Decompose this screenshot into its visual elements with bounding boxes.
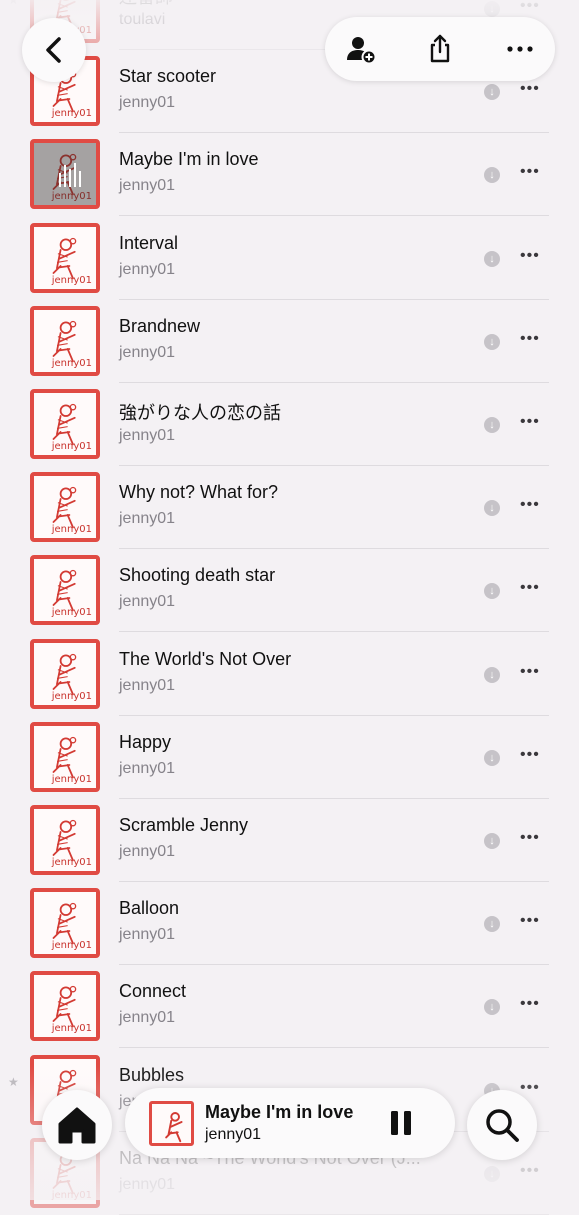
download-icon[interactable]: ↓ — [484, 999, 500, 1015]
playing-indicator-icon — [59, 163, 81, 187]
track-more-icon[interactable]: ••• — [520, 413, 540, 431]
track-title: Maybe I'm in love — [119, 149, 259, 170]
track-artwork: jenny01 — [30, 722, 100, 792]
track-artwork: jenny01 — [30, 389, 100, 459]
track-row[interactable]: jenny01 Scramble Jenny jenny01 ↓ ••• — [0, 799, 579, 882]
artwork-label: jenny01 — [52, 940, 92, 951]
search-icon — [467, 1090, 537, 1160]
now-playing-bar[interactable]: Maybe I'm in love jenny01 — [125, 1088, 455, 1158]
track-artwork: jenny01 — [30, 805, 100, 875]
artwork-figure — [152, 1104, 194, 1146]
track-title: Why not? What for? — [119, 482, 278, 503]
now-playing-title: Maybe I'm in love — [205, 1102, 353, 1123]
home-button[interactable] — [42, 1090, 112, 1160]
track-more-icon[interactable]: ••• — [520, 163, 540, 181]
now-playing-artist: jenny01 — [205, 1126, 261, 1144]
track-artist: jenny01 — [119, 1009, 175, 1027]
track-title: Shooting death star — [119, 565, 275, 586]
now-playing-artwork — [149, 1101, 194, 1146]
download-icon[interactable]: ↓ — [484, 750, 500, 766]
track-row[interactable]: jenny01 Balloon jenny01 ↓ ••• — [0, 882, 579, 965]
track-row[interactable]: jenny01 Maybe I'm in love jenny01 ↓ ••• — [0, 133, 579, 216]
track-artist: jenny01 — [119, 510, 175, 528]
track-more-icon[interactable]: ••• — [520, 80, 540, 98]
track-title: Connect — [119, 981, 186, 1002]
track-row[interactable]: jenny01 Interval jenny01 ↓ ••• — [0, 217, 579, 300]
artwork-label: jenny01 — [52, 108, 92, 119]
artwork-label: jenny01 — [52, 607, 92, 618]
track-artwork: jenny01 — [30, 888, 100, 958]
track-artist: jenny01 — [119, 593, 175, 611]
download-icon[interactable]: ↓ — [484, 583, 500, 599]
track-more-icon[interactable]: ••• — [520, 746, 540, 764]
track-title: Happy — [119, 732, 171, 753]
track-artwork: jenny01 — [30, 223, 100, 293]
download-icon[interactable]: ↓ — [484, 251, 500, 267]
track-artist: jenny01 — [119, 261, 175, 279]
artwork-label: jenny01 — [52, 774, 92, 785]
artwork-label: jenny01 — [52, 857, 92, 868]
download-icon[interactable]: ↓ — [484, 500, 500, 516]
track-artwork: jenny01 — [30, 472, 100, 542]
artwork-label: jenny01 — [52, 441, 92, 452]
track-artwork: jenny01 — [30, 971, 100, 1041]
track-more-icon[interactable]: ••• — [520, 496, 540, 514]
more-icon[interactable] — [504, 33, 536, 65]
artwork-label: jenny01 — [52, 358, 92, 369]
action-pill — [325, 17, 555, 81]
track-artist: jenny01 — [119, 177, 175, 195]
track-more-icon[interactable]: ••• — [520, 995, 540, 1013]
track-title: 強がりな人の恋の話 — [119, 399, 281, 425]
download-icon[interactable]: ↓ — [484, 84, 500, 100]
track-artwork: jenny01 — [30, 139, 100, 209]
artwork-label: jenny01 — [52, 691, 92, 702]
artwork-label: jenny01 — [52, 275, 92, 286]
track-row[interactable]: jenny01 Shooting death star jenny01 ↓ ••• — [0, 549, 579, 632]
track-more-icon[interactable]: ••• — [520, 912, 540, 930]
download-icon[interactable]: ↓ — [484, 167, 500, 183]
track-artist: jenny01 — [119, 427, 175, 445]
track-title: Balloon — [119, 898, 179, 919]
artwork-label: jenny01 — [52, 524, 92, 535]
track-title: The World's Not Over — [119, 649, 291, 670]
artwork-label: jenny01 — [52, 1023, 92, 1034]
track-artist: jenny01 — [119, 760, 175, 778]
download-icon[interactable]: ↓ — [484, 833, 500, 849]
track-artist: jenny01 — [119, 344, 175, 362]
add-collaborator-icon[interactable] — [345, 33, 377, 65]
track-title: Star scooter — [119, 66, 216, 87]
chevron-left-icon — [22, 18, 86, 82]
back-button[interactable] — [22, 18, 86, 82]
track-artist: jenny01 — [119, 677, 175, 695]
track-row[interactable]: jenny01 Connect jenny01 ↓ ••• — [0, 965, 579, 1048]
track-more-icon[interactable]: ••• — [520, 330, 540, 348]
track-title: Scramble Jenny — [119, 815, 248, 836]
download-icon[interactable]: ↓ — [484, 417, 500, 433]
track-artist: jenny01 — [119, 843, 175, 861]
download-icon[interactable]: ↓ — [484, 667, 500, 683]
track-row[interactable]: jenny01 Happy jenny01 ↓ ••• — [0, 716, 579, 799]
download-icon[interactable]: ↓ — [484, 334, 500, 350]
track-row[interactable]: jenny01 強がりな人の恋の話 jenny01 ↓ ••• — [0, 383, 579, 466]
home-icon — [42, 1090, 112, 1160]
track-more-icon[interactable]: ••• — [520, 663, 540, 681]
track-artist: jenny01 — [119, 926, 175, 944]
track-artwork: jenny01 — [30, 555, 100, 625]
track-artwork: jenny01 — [30, 306, 100, 376]
track-artist: jenny01 — [119, 94, 175, 112]
track-title: Interval — [119, 233, 178, 254]
track-more-icon[interactable]: ••• — [520, 247, 540, 265]
track-title: Brandnew — [119, 316, 200, 337]
search-button[interactable] — [467, 1090, 537, 1160]
track-more-icon[interactable]: ••• — [520, 579, 540, 597]
pause-icon[interactable] — [389, 1110, 413, 1136]
share-icon[interactable] — [424, 33, 456, 65]
track-row[interactable]: jenny01 Brandnew jenny01 ↓ ••• — [0, 300, 579, 383]
track-row[interactable]: jenny01 Why not? What for? jenny01 ↓ ••• — [0, 466, 579, 549]
track-artwork: jenny01 — [30, 639, 100, 709]
artwork-label: jenny01 — [52, 191, 92, 202]
track-row[interactable]: jenny01 The World's Not Over jenny01 ↓ ••• — [0, 633, 579, 716]
track-more-icon[interactable]: ••• — [520, 829, 540, 847]
download-icon[interactable]: ↓ — [484, 916, 500, 932]
